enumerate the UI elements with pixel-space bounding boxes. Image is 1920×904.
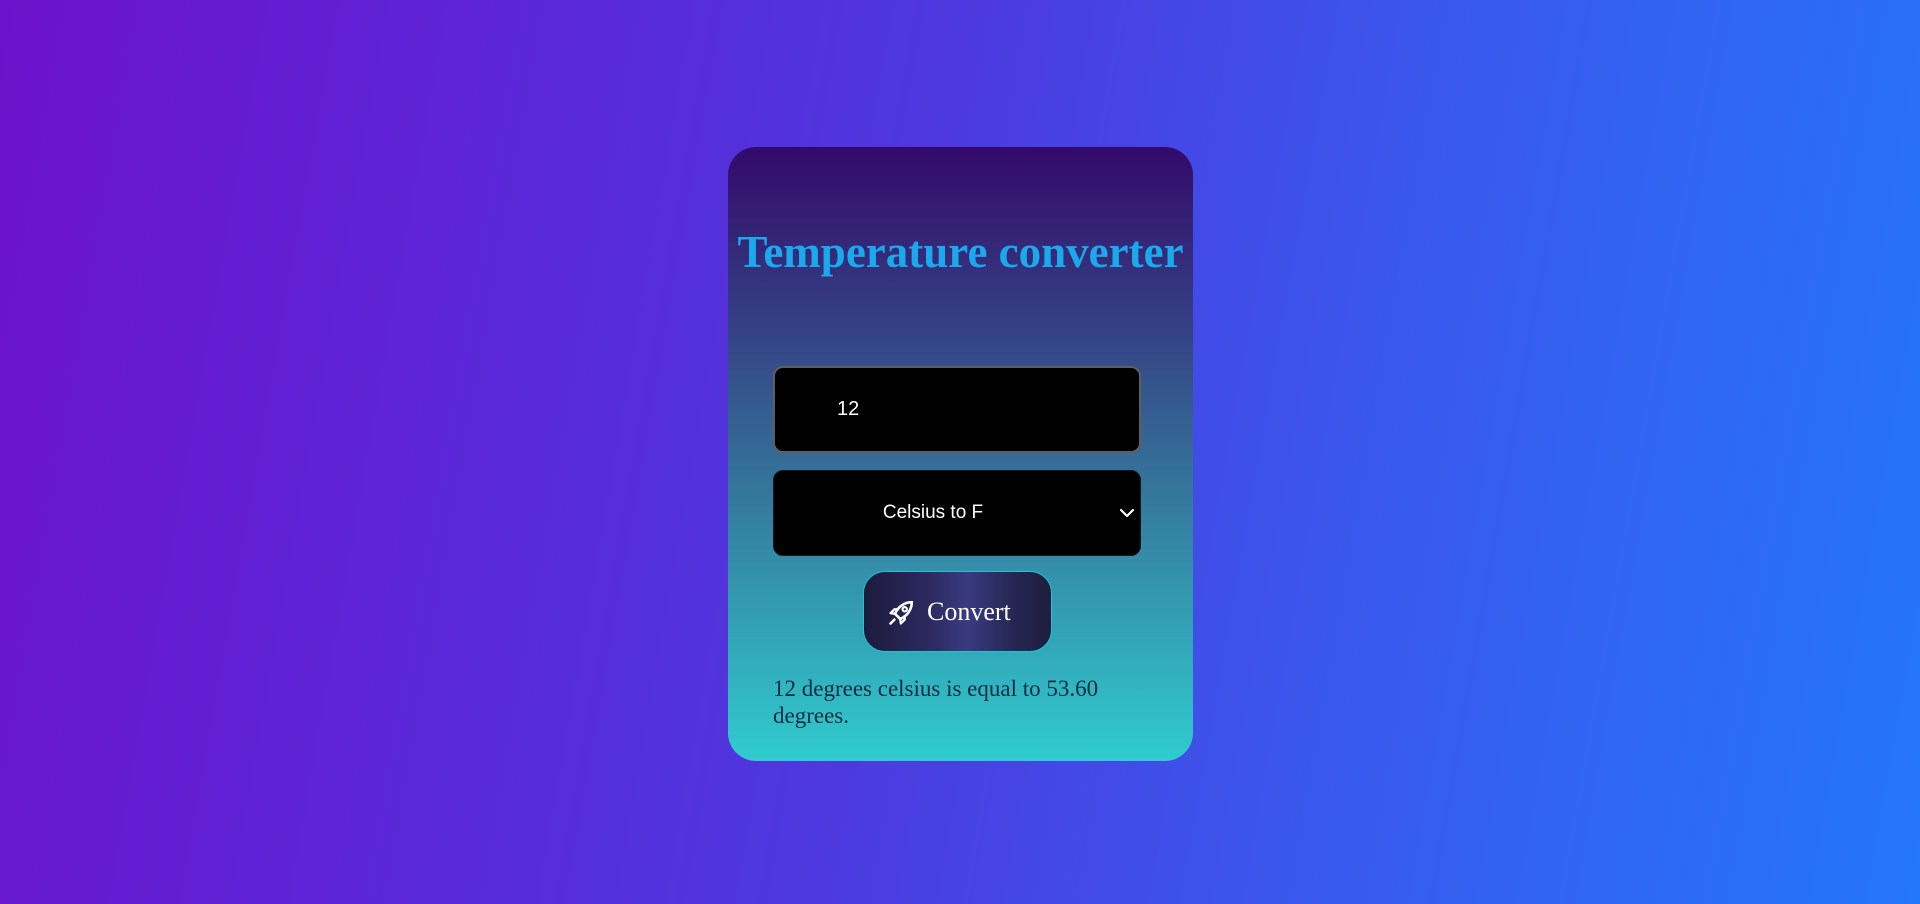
conversion-select[interactable]: Celsius to F (773, 470, 1141, 556)
conversion-select-value: Celsius to F (882, 502, 984, 523)
result-text: 12 degrees celsius is equal to 53.60 deg… (773, 676, 1099, 728)
chevron-down-icon (1119, 508, 1135, 518)
convert-button[interactable]: Convert (863, 571, 1052, 652)
page-background: { "converter": { "title": "Temperature c… (0, 0, 1920, 904)
convert-button-label: Convert (927, 597, 1011, 626)
page-title: Temperature converter (737, 227, 1184, 277)
rocket-icon (889, 600, 914, 625)
temperature-input[interactable] (773, 366, 1141, 453)
converter-card: Temperature converter Celsius to F Conve… (728, 147, 1193, 761)
